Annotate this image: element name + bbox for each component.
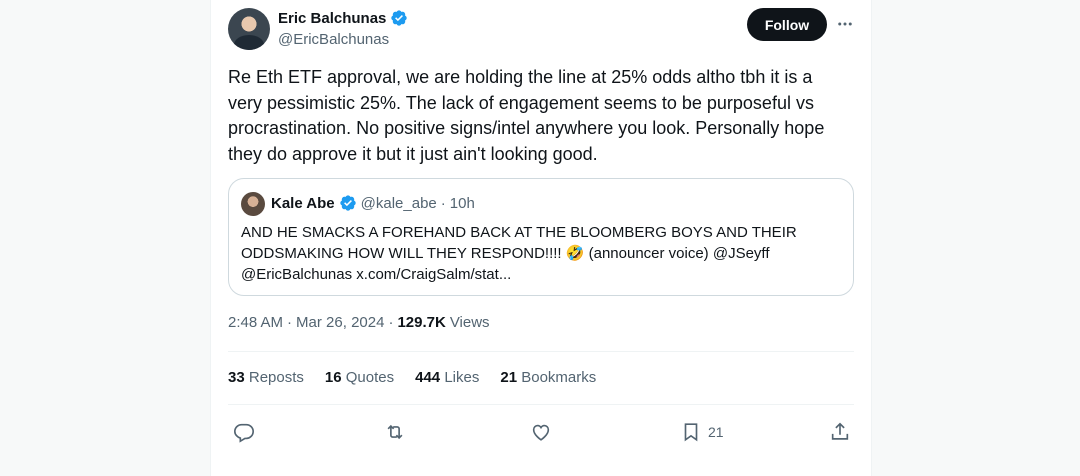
share-button[interactable]	[829, 420, 851, 444]
quote-text: AND HE SMACKS A FOREHAND BACK AT THE BLO…	[241, 224, 797, 283]
author-display-name[interactable]: Eric Balchunas	[278, 10, 386, 27]
bookmarks-label: Bookmarks	[521, 369, 597, 386]
share-icon	[831, 422, 849, 440]
reply-button[interactable]	[233, 420, 255, 444]
like-button[interactable]	[530, 420, 552, 444]
verified-badge-icon	[339, 195, 356, 211]
reposts-label: Reposts	[248, 369, 304, 386]
quote-separator: ·	[440, 194, 446, 212]
quotes-stat[interactable]: 16 Quotes	[325, 369, 394, 386]
author-name-row[interactable]: Eric Balchunas	[278, 9, 408, 27]
tweet-meta: 2:48 AM · Mar 26, 2024 · 129.7K Views	[228, 314, 490, 331]
quote-handle: @kale_abe	[360, 194, 437, 212]
quote-header: Kale Abe @kale_abe · 10h	[271, 194, 475, 212]
verified-badge-icon	[391, 10, 408, 26]
quotes-label: Quotes	[345, 369, 395, 386]
bookmarks-stat[interactable]: 21 Bookmarks	[500, 369, 596, 386]
tweet-time[interactable]: 2:48 AM	[228, 314, 283, 331]
divider	[228, 404, 854, 405]
views-label: Views	[449, 314, 490, 331]
quote-author-avatar	[241, 192, 265, 216]
quote-timestamp: 10h	[449, 194, 475, 212]
heart-icon	[532, 424, 550, 441]
likes-stat[interactable]: 444 Likes	[415, 369, 479, 386]
tweet-text: Re Eth ETF approval, we are holding the …	[228, 67, 825, 164]
bookmark-button[interactable]: 21	[680, 420, 724, 444]
reposts-stat[interactable]: 33 Reposts	[228, 369, 304, 386]
repost-icon	[387, 424, 403, 440]
repost-button[interactable]	[384, 420, 406, 444]
author-handle[interactable]: @EricBalchunas	[278, 31, 389, 48]
reposts-count: 33	[228, 369, 245, 386]
quote-display-name: Kale Abe	[271, 194, 335, 212]
quoted-tweet[interactable]: Kale Abe @kale_abe · 10h AND HE SMACKS A…	[228, 178, 854, 296]
tweet-date[interactable]: Mar 26, 2024	[296, 314, 384, 331]
bookmarks-count: 21	[500, 369, 518, 386]
views-count: 129.7K	[397, 314, 446, 331]
reply-icon	[234, 423, 254, 443]
meta-separator: ·	[287, 314, 293, 331]
bookmark-icon	[684, 423, 698, 442]
follow-button[interactable]: Follow	[747, 8, 827, 41]
more-options-icon[interactable]	[833, 12, 857, 36]
divider	[228, 351, 854, 352]
tweet-card: Eric Balchunas @EricBalchunas Follow Re …	[210, 0, 872, 476]
likes-label: Likes	[444, 369, 480, 386]
quotes-count: 16	[324, 369, 342, 386]
meta-separator: ·	[388, 314, 394, 331]
likes-count: 444	[415, 369, 441, 386]
bookmark-count: 21	[708, 424, 724, 440]
author-avatar[interactable]	[228, 8, 270, 50]
engagement-stats: 33 Reposts 16 Quotes 444 Likes 21 Bookma…	[228, 369, 596, 386]
